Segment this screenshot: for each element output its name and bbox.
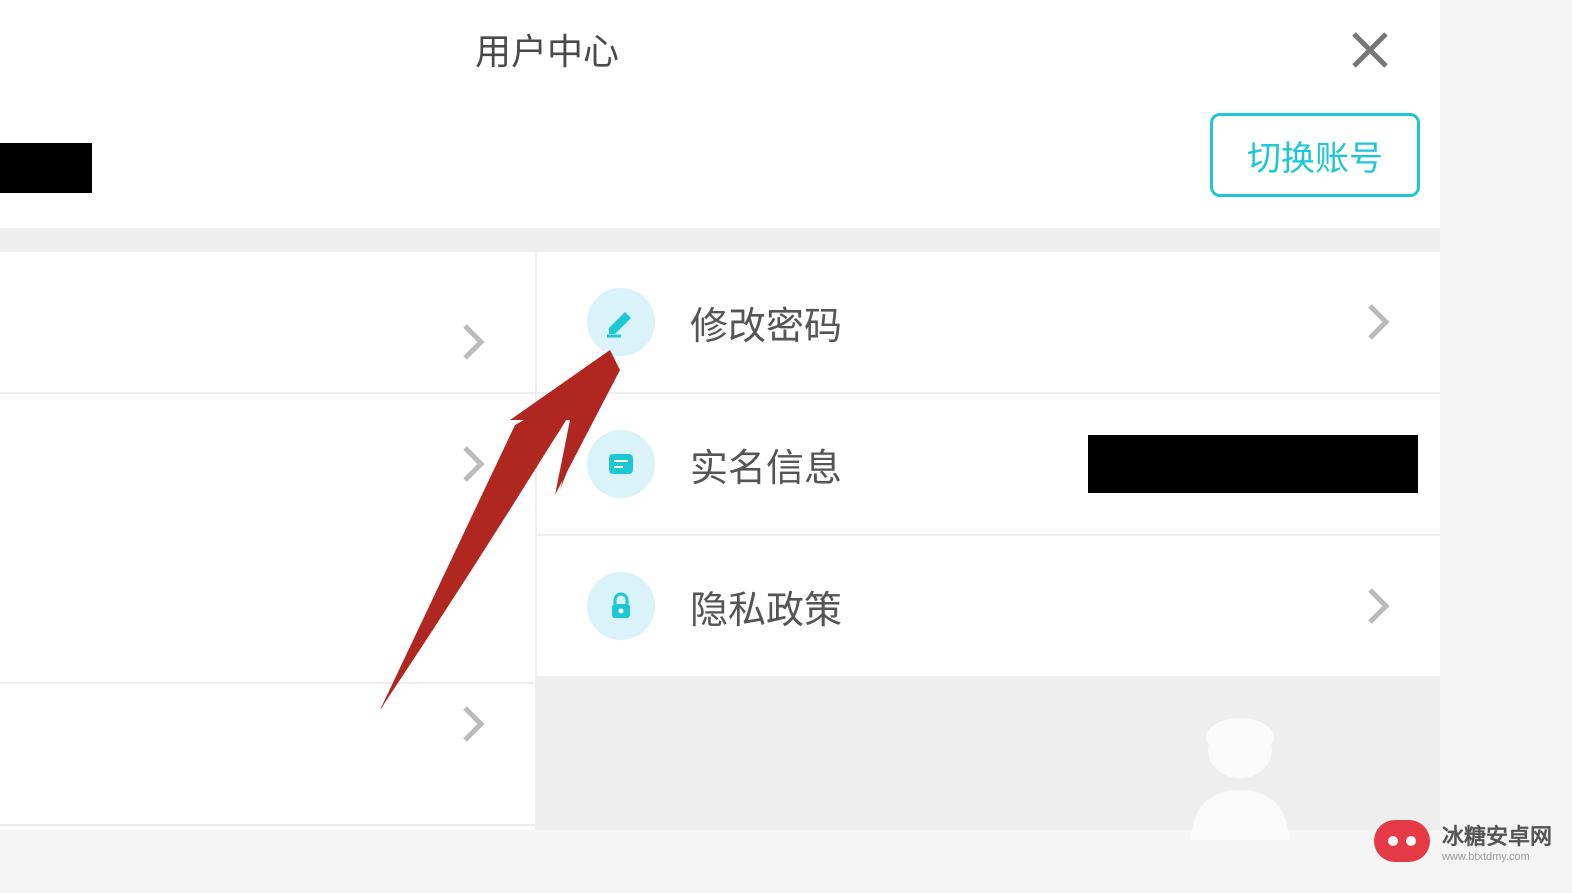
left-nav-item[interactable] [0,684,535,826]
watermark-logo-icon [1374,820,1430,862]
close-button[interactable] [1350,30,1390,70]
menu-label: 隐私政策 [690,579,1366,634]
left-nav-item[interactable] [0,252,535,394]
menu-item-privacy-policy[interactable]: 隐私政策 [537,536,1440,678]
chevron-right-icon [1366,586,1390,626]
chevron-right-icon [461,704,485,744]
chevron-right-icon [1366,302,1390,342]
lock-icon [587,572,655,640]
left-nav-item[interactable] [0,394,535,684]
redacted-real-name-value [1088,435,1418,493]
account-section: 切换账号 [0,98,1440,228]
site-watermark: 冰糖安卓网 www.btxtdmy.com [1374,819,1552,863]
page-title: 用户中心 [475,23,619,75]
page-header: 用户中心 [0,0,1440,98]
left-nav-column [0,252,535,830]
pencil-icon [587,288,655,356]
watermark-url: www.btxtdmy.com [1442,851,1552,863]
redacted-username [0,143,92,193]
watermark-title: 冰糖安卓网 [1442,819,1552,851]
chevron-right-icon [461,322,485,362]
menu-item-real-name[interactable]: 实名信息 [537,394,1440,536]
close-icon [1350,57,1390,74]
empty-bottom-area [537,678,1440,830]
person-silhouette-icon [1170,700,1310,840]
id-card-icon [587,430,655,498]
menu-label: 修改密码 [690,295,1366,350]
switch-account-label: 切换账号 [1247,131,1383,180]
menu-item-change-password[interactable]: 修改密码 [537,252,1440,394]
section-divider [0,228,1440,252]
switch-account-button[interactable]: 切换账号 [1210,113,1420,197]
chevron-right-icon [461,444,485,484]
right-content-column: 修改密码 实名信息 隐私政策 [535,252,1440,830]
